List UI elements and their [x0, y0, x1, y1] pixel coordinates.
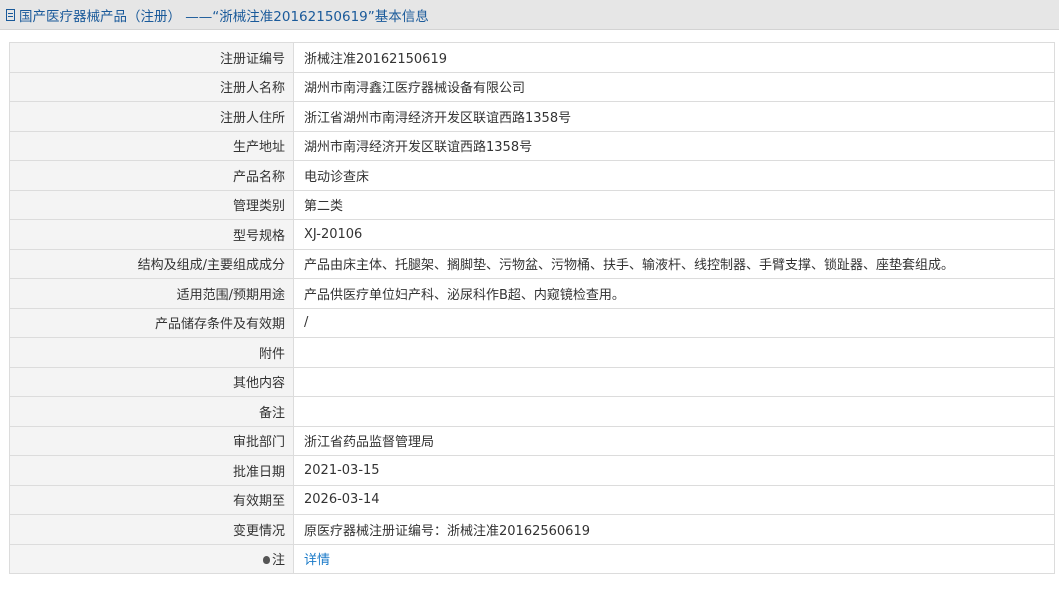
row-label: 适用范围/预期用途: [9, 278, 294, 309]
table-row: 备注: [9, 396, 1055, 427]
row-value: [293, 366, 1055, 397]
note-label: 注: [271, 553, 285, 569]
table-row: 变更情况 原医疗器械注册证编号：浙械注准20162560619: [9, 514, 1055, 545]
table-row: 附件: [9, 337, 1055, 368]
row-label: 型号规格: [9, 219, 294, 250]
table-row: 其他内容: [9, 366, 1055, 397]
page-title-bar: 国产医疗器械产品（注册） ——“浙械注准20162150619”基本信息: [0, 0, 1059, 30]
details-link[interactable]: 详情: [304, 553, 330, 568]
table-row: 型号规格 XJ-20106: [9, 219, 1055, 250]
row-value: 湖州市南浔鑫江医疗器械设备有限公司: [293, 71, 1055, 102]
row-label: 附件: [9, 337, 294, 368]
note-value-cell: 详情: [293, 543, 1055, 574]
row-label: 审批部门: [9, 425, 294, 456]
row-value: 产品供医疗单位妇产科、泌尿科作B超、内窥镜检查用。: [293, 278, 1055, 309]
page-title: 国产医疗器械产品（注册） ——“浙械注准20162150619”基本信息: [19, 8, 429, 25]
row-value: 2021-03-15: [293, 455, 1055, 486]
row-value: 电动诊查床: [293, 160, 1055, 191]
row-label: 生产地址: [9, 130, 294, 161]
info-table: 注册证编号 浙械注准20162150619 注册人名称 湖州市南浔鑫江医疗器械设…: [9, 42, 1055, 574]
row-label: 有效期至: [9, 484, 294, 515]
table-row: 批准日期 2021-03-15: [9, 455, 1055, 486]
bulb-icon: [262, 556, 270, 565]
row-label: 结构及组成/主要组成成分: [9, 248, 294, 279]
row-value: 浙江省湖州市南浔经济开发区联谊西路1358号: [293, 101, 1055, 132]
table-row: 产品名称 电动诊查床: [9, 160, 1055, 191]
row-value: 第二类: [293, 189, 1055, 220]
row-label: 其他内容: [9, 366, 294, 397]
row-value: /: [293, 307, 1055, 338]
row-value: 2026-03-14: [293, 484, 1055, 515]
table-row: 审批部门 浙江省药品监督管理局: [9, 425, 1055, 456]
table-row: 有效期至 2026-03-14: [9, 484, 1055, 515]
row-value: XJ-20106: [293, 219, 1055, 250]
row-value: 浙械注准20162150619: [293, 42, 1055, 73]
row-value: [293, 396, 1055, 427]
table-row: 产品储存条件及有效期 /: [9, 307, 1055, 338]
row-value: 浙江省药品监督管理局: [293, 425, 1055, 456]
row-label: 变更情况: [9, 514, 294, 545]
row-label: 批准日期: [9, 455, 294, 486]
note-label-cell: 注: [9, 543, 294, 574]
table-row: 适用范围/预期用途 产品供医疗单位妇产科、泌尿科作B超、内窥镜检查用。: [9, 278, 1055, 309]
row-label: 注册人住所: [9, 101, 294, 132]
row-value: 湖州市南浔经济开发区联谊西路1358号: [293, 130, 1055, 161]
row-value: [293, 337, 1055, 368]
table-row: 结构及组成/主要组成成分 产品由床主体、托腿架、搁脚垫、污物盆、污物桶、扶手、输…: [9, 248, 1055, 279]
table-row: 管理类别 第二类: [9, 189, 1055, 220]
row-value: 原医疗器械注册证编号：浙械注准20162560619: [293, 514, 1055, 545]
row-label: 备注: [9, 396, 294, 427]
row-value: 产品由床主体、托腿架、搁脚垫、污物盆、污物桶、扶手、输液杆、线控制器、手臂支撑、…: [293, 248, 1055, 279]
note-row: 注 详情: [9, 543, 1055, 574]
table-row: 注册人住所 浙江省湖州市南浔经济开发区联谊西路1358号: [9, 101, 1055, 132]
row-label: 管理类别: [9, 189, 294, 220]
table-row: 生产地址 湖州市南浔经济开发区联谊西路1358号: [9, 130, 1055, 161]
row-label: 注册证编号: [9, 42, 294, 73]
row-label: 注册人名称: [9, 71, 294, 102]
table-row: 注册证编号 浙械注准20162150619: [9, 42, 1055, 73]
document-icon: [6, 8, 15, 21]
table-row: 注册人名称 湖州市南浔鑫江医疗器械设备有限公司: [9, 71, 1055, 102]
row-label: 产品名称: [9, 160, 294, 191]
row-label: 产品储存条件及有效期: [9, 307, 294, 338]
